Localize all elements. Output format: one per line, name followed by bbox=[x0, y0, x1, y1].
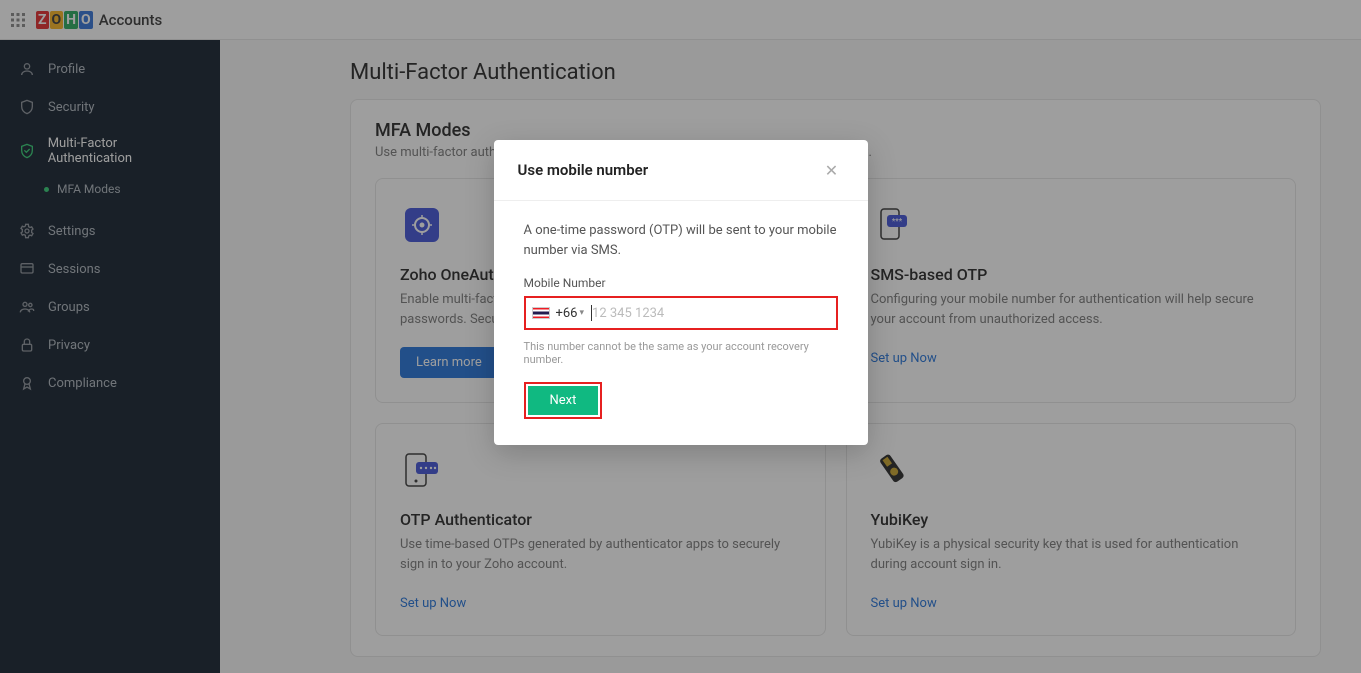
country-flag-icon[interactable] bbox=[532, 307, 550, 319]
modal-title: Use mobile number bbox=[518, 161, 649, 179]
next-button-highlight: Next bbox=[524, 382, 603, 419]
chevron-down-icon[interactable]: ▾ bbox=[580, 308, 585, 318]
close-icon[interactable]: ✕ bbox=[820, 158, 844, 182]
mobile-number-modal: Use mobile number ✕ A one-time password … bbox=[494, 140, 868, 445]
mobile-number-field[interactable]: +66 ▾ bbox=[524, 296, 838, 330]
next-button[interactable]: Next bbox=[528, 386, 599, 415]
modal-description: A one-time password (OTP) will be sent t… bbox=[524, 221, 838, 260]
mobile-number-label: Mobile Number bbox=[524, 276, 838, 290]
field-note: This number cannot be the same as your a… bbox=[524, 340, 838, 366]
country-code[interactable]: +66 bbox=[556, 306, 578, 321]
mobile-number-input[interactable] bbox=[592, 306, 829, 321]
